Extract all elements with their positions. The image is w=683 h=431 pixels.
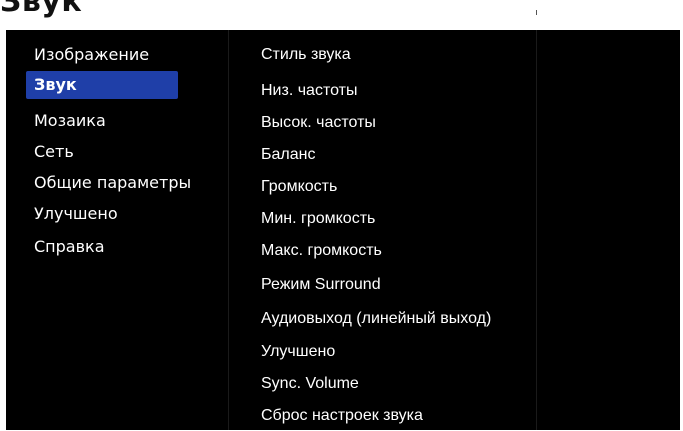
submenu-item-sound-style[interactable]: Стиль звука — [261, 40, 351, 70]
main-menu-item-help[interactable]: Справка — [26, 233, 178, 261]
submenu-item-bass[interactable]: Низ. частоты — [261, 76, 357, 106]
column-divider — [228, 30, 229, 430]
main-menu-item-general-settings[interactable]: Общие параметры — [26, 169, 191, 197]
page-title: Звук — [0, 0, 83, 19]
main-menu-item-picture[interactable]: Изображение — [26, 41, 178, 69]
submenu-item-min-volume[interactable]: Мин. громкость — [261, 204, 375, 234]
submenu-item-advanced[interactable]: Улучшено — [261, 337, 335, 367]
main-menu-item-network[interactable]: Сеть — [26, 138, 178, 166]
submenu-item-treble[interactable]: Высок. частоты — [261, 108, 376, 138]
submenu-item-sync-volume[interactable]: Sync. Volume — [261, 369, 359, 399]
main-menu-item-sound[interactable]: Звук — [26, 71, 178, 99]
submenu-item-max-volume[interactable]: Макс. громкость — [261, 236, 382, 266]
main-menu-item-advanced[interactable]: Улучшено — [26, 200, 178, 228]
submenu-item-surround-mode[interactable]: Режим Surround — [261, 270, 381, 300]
submenu-item-sound-reset[interactable]: Сброс настроек звука — [261, 401, 423, 431]
submenu-item-balance[interactable]: Баланс — [261, 140, 315, 170]
submenu-item-volume[interactable]: Громкость — [261, 172, 337, 202]
submenu-item-audio-out[interactable]: Аудиовыход (линейный выход) — [261, 304, 491, 334]
settings-menu-panel: Изображение Звук Мозаика Сеть Общие пара… — [6, 30, 680, 430]
column-divider — [536, 30, 537, 430]
main-menu-item-tiling[interactable]: Мозаика — [26, 107, 178, 135]
divider — [536, 10, 537, 15]
